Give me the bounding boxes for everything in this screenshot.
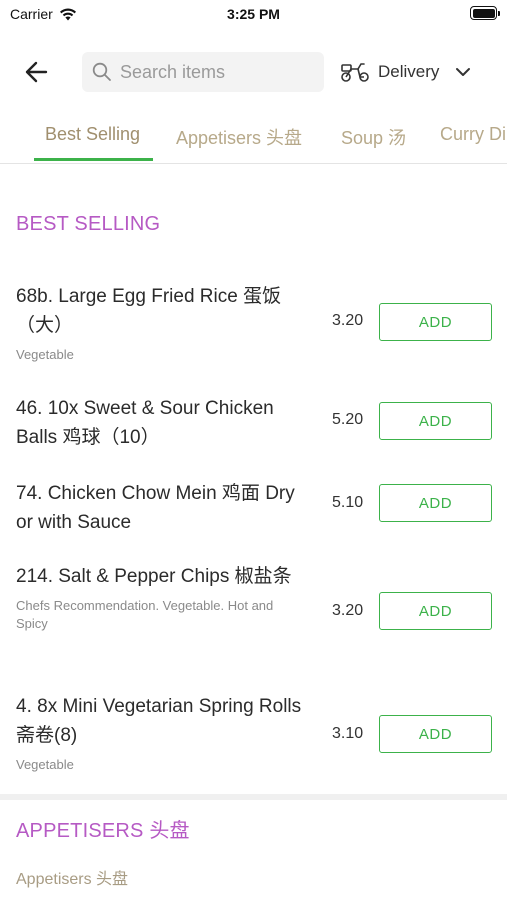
item-price: 5.10 bbox=[332, 494, 364, 511]
scooter-icon bbox=[341, 63, 369, 82]
item-description: Chefs Recommendation. Vegetable. Hot and… bbox=[16, 598, 274, 631]
menu-item: 214. Salt & Pepper Chips 椒盐条 Chefs Recom… bbox=[16, 562, 492, 633]
add-button[interactable]: ADD bbox=[379, 592, 492, 630]
add-button[interactable]: ADD bbox=[379, 303, 492, 341]
header: Delivery bbox=[0, 48, 507, 96]
section-title-appetisers: APPETISERS 头盘 bbox=[16, 820, 190, 842]
add-button[interactable]: ADD bbox=[379, 715, 492, 753]
tab-appetisers[interactable]: Appetisers 头盘 bbox=[176, 124, 302, 150]
menu-item: 46. 10x Sweet & Sour Chicken Balls 鸡球（10… bbox=[16, 394, 492, 452]
status-time: 3:25 PM bbox=[227, 6, 280, 22]
menu-item: 74. Chicken Chow Mein 鸡面 Dry or with Sau… bbox=[16, 479, 492, 537]
active-tab-indicator bbox=[34, 158, 153, 161]
item-description: Vegetable bbox=[16, 347, 74, 362]
chevron-down-icon bbox=[456, 68, 471, 76]
search-box[interactable] bbox=[82, 52, 324, 92]
category-tabs: Best Selling Appetisers 头盘 Soup 汤 Curry … bbox=[0, 110, 507, 164]
menu-item: 4. 8x Mini Vegetarian Spring Rolls 斋卷(8)… bbox=[16, 692, 492, 774]
section-title-best-selling: BEST SELLING bbox=[16, 213, 161, 235]
add-button[interactable]: ADD bbox=[379, 402, 492, 440]
delivery-selector[interactable]: Delivery bbox=[340, 56, 471, 88]
item-name: 4. 8x Mini Vegetarian Spring Rolls 斋卷(8) bbox=[16, 696, 302, 746]
menu-item: 68b. Large Egg Fried Rice 蛋饭（大） Vegetabl… bbox=[16, 282, 492, 364]
section-divider bbox=[0, 794, 507, 800]
item-price: 3.10 bbox=[332, 725, 364, 742]
battery-icon bbox=[470, 6, 500, 20]
item-price: 3.20 bbox=[332, 312, 364, 329]
item-price: 3.20 bbox=[332, 602, 364, 619]
add-button[interactable]: ADD bbox=[379, 484, 492, 522]
search-input[interactable] bbox=[120, 61, 310, 83]
item-name: 46. 10x Sweet & Sour Chicken Balls 鸡球（10… bbox=[16, 398, 274, 448]
tab-soup[interactable]: Soup 汤 bbox=[341, 124, 406, 150]
tab-best-selling[interactable]: Best Selling bbox=[45, 124, 140, 145]
tab-curry[interactable]: Curry Di bbox=[440, 124, 506, 145]
search-icon bbox=[92, 62, 111, 81]
delivery-label: Delivery bbox=[378, 62, 440, 81]
item-name: 74. Chicken Chow Mein 鸡面 Dry or with Sau… bbox=[16, 483, 295, 533]
back-arrow-icon bbox=[25, 61, 48, 83]
section-subtitle: Appetisers 头盘 bbox=[16, 871, 129, 888]
item-price: 5.20 bbox=[332, 411, 364, 428]
item-name: 214. Salt & Pepper Chips 椒盐条 bbox=[16, 566, 292, 587]
back-button[interactable] bbox=[18, 56, 54, 88]
item-description: Vegetable bbox=[16, 757, 74, 772]
item-name: 68b. Large Egg Fried Rice 蛋饭（大） bbox=[16, 286, 282, 336]
status-bar: Carrier 3:25 PM bbox=[0, 0, 507, 30]
